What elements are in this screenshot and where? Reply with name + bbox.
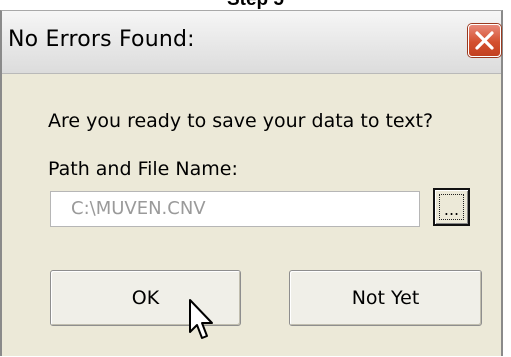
path-label: Path and File Name:: [48, 158, 238, 180]
arrow-cursor-icon: [189, 299, 213, 339]
close-icon: [475, 31, 494, 50]
browse-button[interactable]: ...: [433, 188, 470, 226]
save-prompt: Are you ready to save your data to text?: [48, 110, 434, 132]
dialog-content: Are you ready to save your data to text?…: [2, 74, 501, 357]
dialog-window: No Errors Found: Are you ready to save y…: [0, 10, 503, 356]
dialog-title: No Errors Found:: [8, 27, 195, 52]
browse-label: ...: [443, 200, 460, 219]
path-input[interactable]: C:\MUVEN.CNV: [50, 191, 420, 227]
title-bar[interactable]: No Errors Found:: [2, 11, 501, 74]
not-yet-button[interactable]: Not Yet: [289, 270, 482, 326]
close-button[interactable]: [468, 24, 501, 57]
